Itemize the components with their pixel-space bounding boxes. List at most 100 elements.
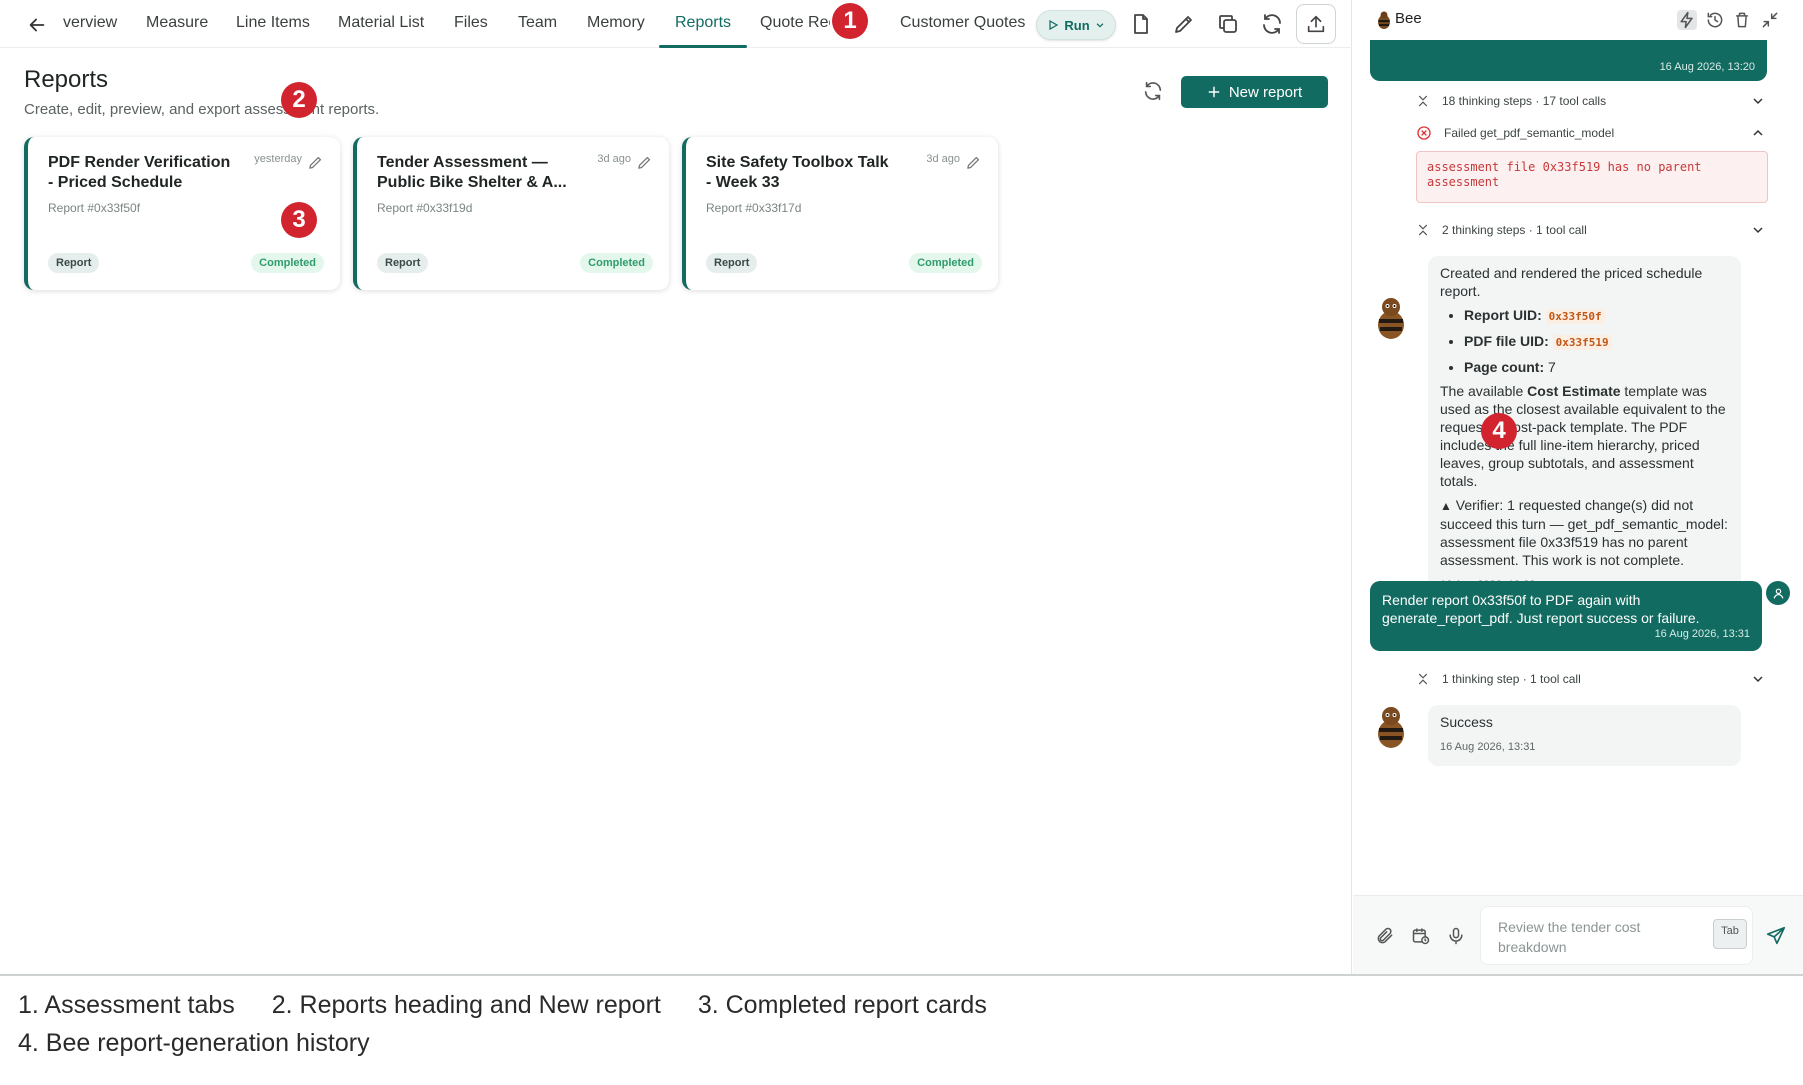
tab-overview[interactable]: verview (63, 0, 117, 48)
assistant-message: Success 16 Aug 2026, 13:31 (1428, 705, 1741, 766)
pencil-icon[interactable] (636, 154, 653, 171)
status-badge: Completed (251, 253, 324, 273)
export-button[interactable] (1296, 4, 1336, 44)
error-circle-icon (1417, 126, 1431, 140)
thinking-steps-label: 1 thinking step · 1 tool call (1442, 672, 1581, 686)
chat-title: Bee (1395, 10, 1422, 27)
microphone-icon[interactable] (1446, 926, 1466, 946)
report-card[interactable]: Tender Assessment — Public Bike Shelter … (353, 137, 669, 290)
chat-input[interactable]: Review the tender cost breakdown Tab (1480, 906, 1753, 965)
report-card-title: Site Safety Toolbox Talk - Week 33 (706, 154, 889, 191)
report-card-title: PDF Render Verification - Priced Schedul… (48, 154, 231, 191)
marker-4: 4 (1481, 413, 1517, 449)
list-item: PDF file UID: 0x33f519 (1464, 332, 1729, 352)
message-time: 16 Aug 2026, 13:31 (1654, 628, 1750, 640)
message-text: Success (1440, 714, 1493, 730)
history-icon[interactable] (1705, 10, 1725, 30)
message-intro: Created and rendered the priced schedule… (1440, 265, 1703, 299)
play-icon (1049, 19, 1059, 31)
pdf-file-uid: 0x33f519 (1552, 335, 1612, 350)
collapse-steps-icon (1418, 95, 1428, 107)
chat-history[interactable]: 16 Aug 2026, 13:20 18 thinking steps · 1… (1353, 40, 1803, 895)
edit-icon[interactable] (1172, 12, 1196, 36)
run-label: Run (1064, 17, 1090, 33)
report-card[interactable]: Site Safety Toolbox Talk - Week 33 3d ag… (682, 137, 998, 290)
upload-icon (1307, 15, 1325, 33)
new-report-button[interactable]: New report (1181, 76, 1328, 108)
tab-reports[interactable]: Reports (658, 0, 748, 48)
page-subtitle: Create, edit, preview, and export assess… (24, 101, 380, 118)
template-name: Cost Estimate (1527, 383, 1621, 399)
report-card-time: 3d ago (597, 153, 631, 165)
tab-files[interactable]: Files (454, 0, 488, 48)
tab-material-list[interactable]: Material List (338, 0, 424, 48)
send-icon[interactable] (1765, 925, 1787, 947)
legend-item: 2. Reports heading and New report (271, 991, 661, 1019)
refresh-icon[interactable] (1260, 12, 1284, 36)
run-button[interactable]: Run (1036, 10, 1116, 40)
report-card-title: Tender Assessment — Public Bike Shelter … (377, 154, 567, 191)
lightning-icon[interactable] (1677, 10, 1697, 30)
report-card-id: Report #0x33f50f (48, 201, 141, 215)
legend-item: 1. Assessment tabs (18, 991, 235, 1019)
message-time: 16 Aug 2026, 13:20 (1659, 61, 1755, 73)
warning-text: Verifier: 1 requested change(s) did not … (1440, 497, 1728, 568)
assistant-message: Created and rendered the priced schedule… (1428, 256, 1741, 604)
chevron-up-icon (1753, 129, 1763, 136)
report-details-list: Report UID: 0x33f50f PDF file UID: 0x33f… (1440, 306, 1729, 376)
thinking-steps-label: 2 thinking steps · 1 tool call (1442, 223, 1587, 237)
failed-tool-call[interactable]: Failed get_pdf_semantic_model (1416, 123, 1766, 143)
tab-team[interactable]: Team (518, 0, 557, 48)
thinking-steps-label: 18 thinking steps · 17 tool calls (1442, 94, 1607, 108)
tab-memory[interactable]: Memory (587, 0, 645, 48)
status-badge: Completed (909, 253, 982, 273)
report-card-time: yesterday (254, 153, 302, 165)
report-card-id: Report #0x33f17d (706, 201, 802, 215)
chat-input-placeholder: Review the tender cost breakdown (1498, 919, 1641, 955)
bee-chat-panel: Bee 16 Aug 2026, 13:20 18 thinking steps… (1353, 0, 1803, 974)
annotation-legend: 1. Assessment tabs 2. Reports heading an… (0, 974, 1803, 1085)
tab-line-items[interactable]: Line Items (236, 0, 310, 48)
calendar-clock-icon[interactable] (1411, 926, 1431, 946)
collapse-steps-icon (1418, 673, 1428, 685)
list-label: Report UID: (1464, 307, 1542, 323)
pencil-icon[interactable] (307, 154, 324, 171)
marker-1: 1 (832, 3, 868, 39)
report-type-badge: Report (706, 253, 758, 273)
report-card-time: 3d ago (926, 153, 960, 165)
chat-composer: Review the tender cost breakdown Tab (1353, 895, 1803, 974)
assessment-pane: verview Measure Line Items Material List… (0, 0, 1352, 974)
collapse-steps-icon (1418, 224, 1428, 236)
new-report-label: New report (1228, 83, 1303, 101)
legend-item: 4. Bee report-generation history (18, 1029, 370, 1057)
paperclip-icon[interactable] (1375, 926, 1395, 946)
tab-customer-quotes[interactable]: Customer Quotes (900, 0, 1025, 48)
thinking-steps-toggle[interactable]: 2 thinking steps · 1 tool call (1416, 220, 1766, 240)
error-message: assessment file 0x33f519 has no parent a… (1416, 151, 1768, 203)
duplicate-icon[interactable] (1216, 12, 1240, 36)
thinking-steps-toggle[interactable]: 18 thinking steps · 17 tool calls (1416, 91, 1766, 111)
list-item: Page count: 7 (1464, 358, 1729, 376)
user-avatar (1766, 581, 1790, 605)
tab-measure[interactable]: Measure (146, 0, 208, 48)
list-label: PDF file UID: (1464, 333, 1549, 349)
user-message: 16 Aug 2026, 13:20 (1370, 40, 1767, 81)
user-message: Render report 0x33f50f to PDF again with… (1370, 581, 1762, 651)
document-icon[interactable] (1129, 12, 1153, 36)
user-icon (1773, 588, 1783, 599)
report-card-id: Report #0x33f19d (377, 201, 473, 215)
pencil-icon[interactable] (965, 154, 982, 171)
tab-quote-rec[interactable]: Quote Rec (760, 0, 830, 48)
thinking-steps-toggle[interactable]: 1 thinking step · 1 tool call (1416, 669, 1766, 689)
chevron-down-icon (1753, 98, 1763, 105)
collapse-icon[interactable] (1760, 10, 1780, 30)
assessment-tabs-bar: verview Measure Line Items Material List… (0, 0, 1352, 48)
bee-avatar (1378, 298, 1404, 339)
legend-item: 3. Completed report cards (697, 991, 987, 1019)
page-title: Reports (24, 66, 109, 93)
trash-icon[interactable] (1732, 10, 1752, 30)
report-type-badge: Report (377, 253, 429, 273)
report-uid: 0x33f50f (1545, 309, 1605, 324)
refresh-reports-icon[interactable] (1142, 80, 1164, 102)
back-arrow-icon[interactable] (26, 14, 48, 36)
